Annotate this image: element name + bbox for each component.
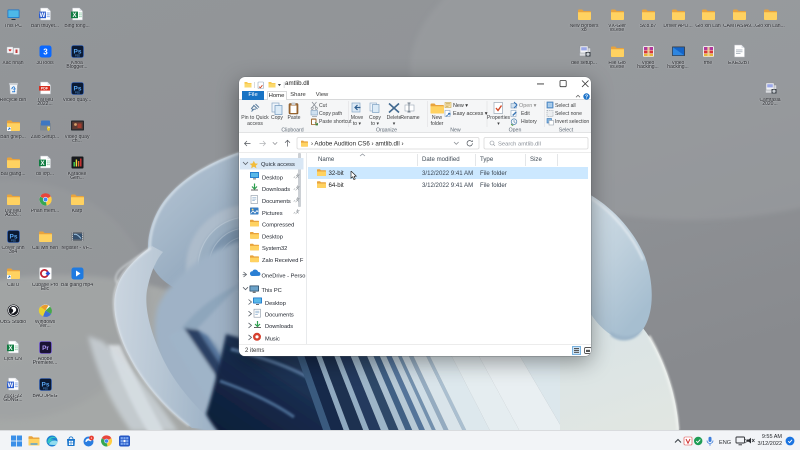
- svg-text:Copy path: Copy path: [319, 111, 342, 117]
- svg-text:Search amtlib.dll: Search amtlib.dll: [498, 141, 541, 147]
- svg-text:Organize: Organize: [376, 127, 397, 133]
- svg-text:History: History: [521, 119, 537, 125]
- svg-text:Select all: Select all: [555, 103, 576, 109]
- svg-text:folder: folder: [431, 121, 444, 127]
- svg-text:to ▾: to ▾: [353, 121, 362, 127]
- svg-text:Paste: Paste: [287, 115, 300, 121]
- svg-text:Copy: Copy: [271, 115, 283, 121]
- svg-text:Invert selection: Invert selection: [555, 119, 589, 125]
- svg-text:Edit: Edit: [521, 111, 530, 117]
- svg-text:New: New: [450, 127, 461, 133]
- svg-text:Cut: Cut: [319, 103, 328, 109]
- svg-text:▾: ▾: [497, 121, 500, 127]
- svg-text:Clipboard: Clipboard: [281, 127, 303, 133]
- svg-text:to ▾: to ▾: [371, 121, 380, 127]
- svg-text:Paste shortcut: Paste shortcut: [319, 119, 352, 125]
- svg-text:ENG: ENG: [719, 440, 731, 446]
- svg-text:Select none: Select none: [555, 111, 582, 117]
- svg-text:Rename: Rename: [400, 115, 419, 121]
- svg-text:Select: Select: [559, 127, 574, 133]
- svg-text:Open ▾: Open ▾: [519, 103, 537, 109]
- svg-text:New ▾: New ▾: [453, 103, 468, 109]
- svg-text:Open: Open: [509, 127, 522, 133]
- svg-text:access: access: [247, 121, 263, 127]
- svg-text:› Adobe Audition CS6 › amtl: › Adobe Audition CS6 › amtlib.dll ›: [311, 140, 404, 147]
- svg-text:▾: ▾: [393, 121, 396, 127]
- svg-text:Easy access ▾: Easy access ▾: [453, 111, 488, 117]
